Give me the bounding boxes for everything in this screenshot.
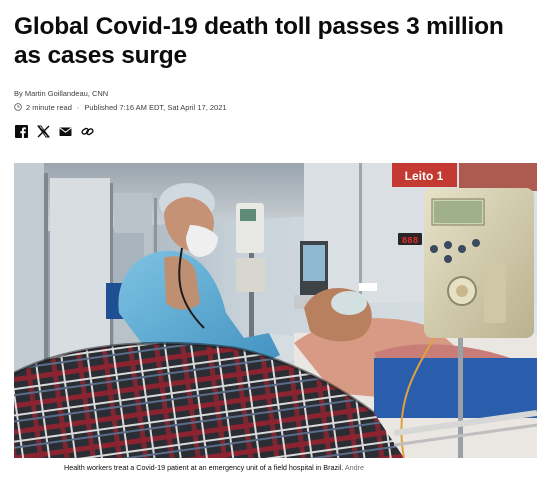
byline: By Martin Goillandeau, CNN <box>14 89 109 98</box>
x-share-button[interactable] <box>36 124 50 138</box>
bed-sign: Leito 1 <box>405 169 444 183</box>
clock-icon <box>14 103 22 111</box>
pump-display: 888 <box>402 236 418 246</box>
share-bar <box>14 124 102 138</box>
facebook-icon <box>14 124 28 138</box>
caption-text: Health workers treat a Covid-19 patient … <box>64 463 344 472</box>
link-icon <box>80 127 94 135</box>
field-hospital-image: Leito 1 888 <box>14 163 537 458</box>
email-share-button[interactable] <box>58 124 72 138</box>
read-time: 2 minute read <box>26 102 72 112</box>
article: Global Covid-19 death toll passes 3 mill… <box>0 0 545 480</box>
headline: Global Covid-19 death toll passes 3 mill… <box>14 13 504 69</box>
separator-dot: · <box>76 102 80 112</box>
photo-caption: Health workers treat a Covid-19 patient … <box>64 463 524 472</box>
article-meta: 2 minute read · Published 7:16 AM EDT, S… <box>14 102 227 112</box>
published-timestamp: Published 7:16 AM EDT, Sat April 17, 202… <box>84 102 227 112</box>
copy-link-button[interactable] <box>80 124 94 138</box>
article-photo: Leito 1 888 <box>14 163 537 458</box>
facebook-share-button[interactable] <box>14 124 28 138</box>
photo-credit: Andre <box>344 463 365 472</box>
x-icon <box>36 125 50 137</box>
email-icon <box>59 127 71 136</box>
